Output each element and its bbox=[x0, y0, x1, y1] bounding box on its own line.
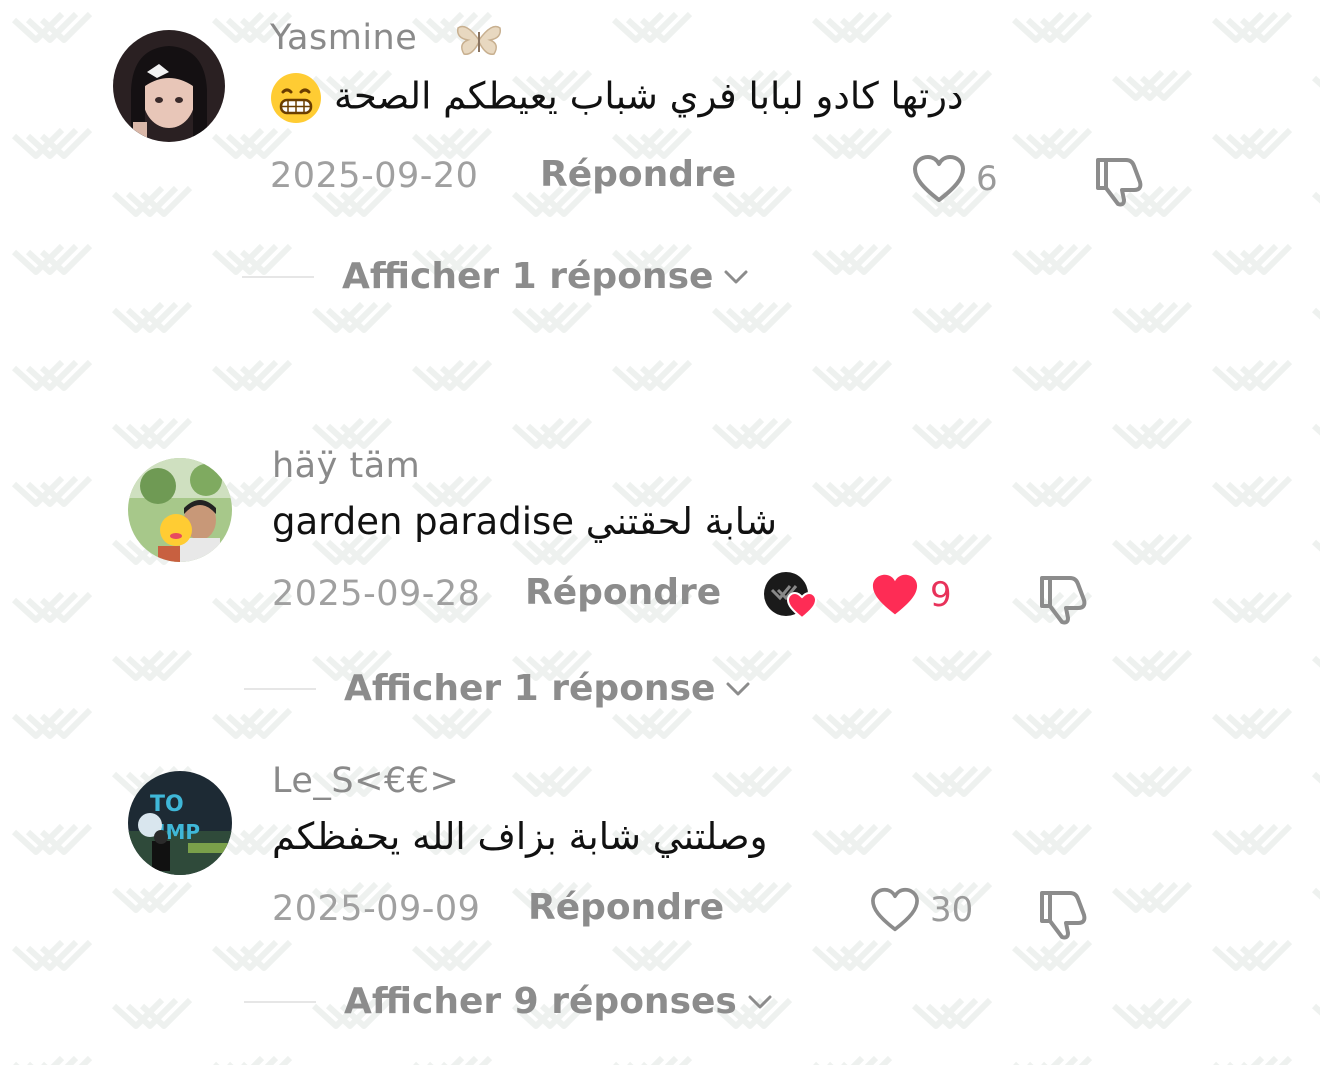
like-button[interactable]: 6 bbox=[912, 154, 998, 204]
avatar[interactable]: TO IMP bbox=[128, 771, 232, 875]
dislike-icon[interactable] bbox=[1034, 572, 1090, 626]
comment-item: häÿ täm garden paradise شابة لحقتني 2025… bbox=[0, 440, 1320, 720]
username[interactable]: Le_S<€€> bbox=[272, 761, 459, 801]
like-count: 30 bbox=[930, 890, 974, 930]
reply-button[interactable]: Répondre bbox=[528, 887, 724, 928]
like-button[interactable]: 9 bbox=[870, 572, 952, 618]
avatar[interactable] bbox=[128, 458, 232, 562]
dislike-icon[interactable] bbox=[1034, 887, 1090, 941]
username[interactable]: Yasmine bbox=[270, 18, 417, 58]
comment-date: 2025-09-20 bbox=[270, 156, 479, 196]
comment-text: garden paradise شابة لحقتني bbox=[272, 500, 778, 543]
show-replies-label: Afficher 1 réponse bbox=[342, 256, 714, 297]
show-replies-label: Afficher 1 réponse bbox=[344, 668, 716, 709]
chevron-down-icon bbox=[726, 682, 750, 695]
butterfly-icon bbox=[456, 25, 502, 55]
avatar[interactable] bbox=[113, 30, 225, 142]
like-button[interactable]: 30 bbox=[870, 887, 973, 933]
comment-item: TO IMP Le_S<€€> وصلتني شابة بزاف الله يح… bbox=[0, 755, 1320, 1055]
comment-date: 2025-09-09 bbox=[272, 889, 481, 929]
chevron-down-icon bbox=[748, 995, 772, 1008]
comment-item: Yasmine درتها كادو لبابا فري شباب يعيطكم… bbox=[0, 0, 1320, 330]
divider bbox=[242, 275, 314, 278]
heart-outline-icon bbox=[913, 155, 965, 202]
show-replies-button[interactable]: Afficher 1 réponse bbox=[244, 668, 751, 709]
divider bbox=[244, 687, 316, 690]
heart-outline-icon bbox=[871, 887, 919, 932]
like-count: 6 bbox=[976, 159, 998, 199]
grinning-face-icon bbox=[271, 73, 321, 123]
chevron-down-icon bbox=[724, 270, 748, 283]
comment-text: وصلتني شابة بزاف الله يحفظكم bbox=[272, 815, 768, 858]
show-replies-button[interactable]: Afficher 9 réponses bbox=[244, 981, 773, 1022]
comment-date: 2025-09-28 bbox=[272, 574, 481, 614]
creator-liked-icon bbox=[764, 572, 818, 620]
heart-filled-icon bbox=[872, 574, 918, 615]
reply-button[interactable]: Répondre bbox=[525, 572, 721, 613]
username[interactable]: häÿ täm bbox=[272, 446, 420, 486]
comment-text: درتها كادو لبابا فري شباب يعيطكم الصحة bbox=[270, 72, 963, 124]
dislike-icon[interactable] bbox=[1090, 154, 1146, 208]
svg-text:TO: TO bbox=[150, 792, 184, 817]
show-replies-label: Afficher 9 réponses bbox=[344, 981, 737, 1022]
like-count: 9 bbox=[930, 575, 952, 615]
show-replies-button[interactable]: Afficher 1 réponse bbox=[242, 256, 749, 297]
divider bbox=[244, 1000, 316, 1003]
reply-button[interactable]: Répondre bbox=[540, 154, 736, 195]
comment-text-content: درتها كادو لبابا فري شباب يعيطكم الصحة bbox=[334, 74, 964, 118]
